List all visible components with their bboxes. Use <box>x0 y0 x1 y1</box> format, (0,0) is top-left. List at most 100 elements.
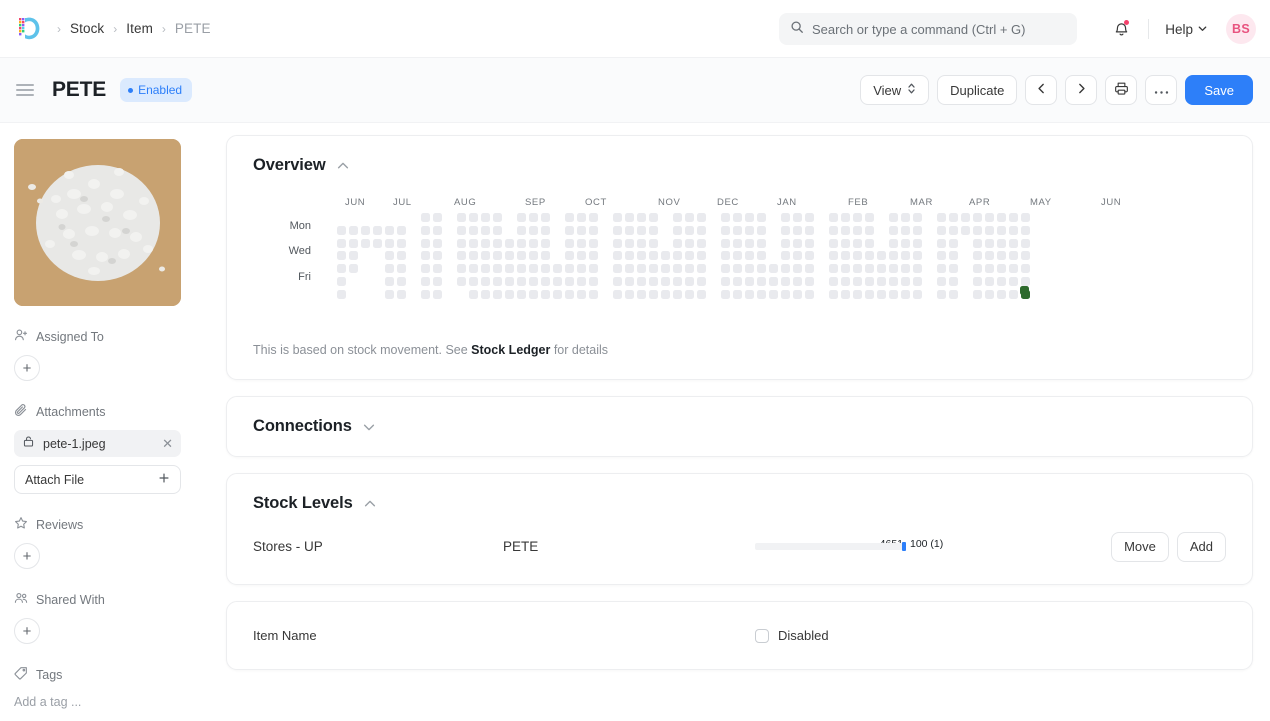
heatmap-cell[interactable] <box>673 213 682 222</box>
heatmap-cell[interactable] <box>937 251 946 260</box>
heatmap-cell[interactable] <box>349 251 358 260</box>
heatmap-cell[interactable] <box>913 251 922 260</box>
attachment-item[interactable]: pete-1.jpeg ✕ <box>14 430 181 457</box>
heatmap-cell[interactable] <box>1021 277 1030 286</box>
heatmap-cell[interactable] <box>985 251 994 260</box>
heatmap-cell[interactable] <box>469 213 478 222</box>
heatmap-cell[interactable] <box>373 239 382 248</box>
heatmap-cell[interactable] <box>937 226 946 235</box>
heatmap-cell[interactable] <box>625 251 634 260</box>
heatmap-cell[interactable] <box>901 239 910 248</box>
heatmap-cell[interactable] <box>1021 251 1030 260</box>
heatmap-cell[interactable] <box>613 213 622 222</box>
heatmap-cell[interactable] <box>433 277 442 286</box>
heatmap-cell[interactable] <box>637 264 646 273</box>
heatmap-cell[interactable] <box>661 277 670 286</box>
heatmap-cell[interactable] <box>421 290 430 299</box>
heatmap-cell[interactable] <box>469 251 478 260</box>
heatmap-cell[interactable] <box>493 213 502 222</box>
heatmap-cell[interactable] <box>889 239 898 248</box>
heatmap-cell[interactable] <box>733 251 742 260</box>
heatmap-cell[interactable] <box>781 277 790 286</box>
view-button[interactable]: View <box>860 75 929 105</box>
heatmap-cell[interactable] <box>421 264 430 273</box>
heatmap-cell[interactable] <box>985 290 994 299</box>
heatmap-cell[interactable] <box>529 226 538 235</box>
heatmap-cell[interactable] <box>541 213 550 222</box>
heatmap-cell[interactable] <box>649 290 658 299</box>
heatmap-cell[interactable] <box>913 264 922 273</box>
heatmap-cell[interactable] <box>1009 264 1018 273</box>
heatmap-cell[interactable] <box>697 290 706 299</box>
move-button[interactable]: Move <box>1111 532 1169 562</box>
heatmap-cell[interactable] <box>973 277 982 286</box>
heatmap-cell[interactable] <box>793 239 802 248</box>
heatmap-cell[interactable] <box>685 239 694 248</box>
heatmap-cell[interactable] <box>865 290 874 299</box>
heatmap-cell[interactable] <box>721 213 730 222</box>
heatmap-cell[interactable] <box>877 251 886 260</box>
heatmap-cell[interactable] <box>865 277 874 286</box>
heatmap-cell[interactable] <box>457 213 466 222</box>
chevron-up-icon[interactable] <box>363 497 377 511</box>
heatmap-cell[interactable] <box>901 290 910 299</box>
connections-header[interactable]: Connections <box>227 397 1252 456</box>
heatmap-cell[interactable] <box>697 239 706 248</box>
heatmap-cell[interactable] <box>853 251 862 260</box>
heatmap-cell[interactable] <box>625 239 634 248</box>
heatmap-cell[interactable] <box>649 277 658 286</box>
heatmap-cell[interactable] <box>769 290 778 299</box>
heatmap-cell[interactable] <box>577 277 586 286</box>
heatmap-cell[interactable] <box>349 226 358 235</box>
heatmap-cell[interactable] <box>493 264 502 273</box>
heatmap-cell-active[interactable] <box>1020 286 1029 295</box>
heatmap-cell[interactable] <box>985 226 994 235</box>
heatmap-cell[interactable] <box>373 226 382 235</box>
heatmap-cell[interactable] <box>973 239 982 248</box>
heatmap-cell[interactable] <box>529 213 538 222</box>
heatmap-cell[interactable] <box>697 251 706 260</box>
heatmap-cell[interactable] <box>553 264 562 273</box>
heatmap-cell[interactable] <box>793 226 802 235</box>
heatmap-cell[interactable] <box>913 277 922 286</box>
add-tag-input[interactable]: Add a tag ... <box>14 695 196 709</box>
heatmap-cell[interactable] <box>853 226 862 235</box>
heatmap-cell[interactable] <box>361 226 370 235</box>
heatmap-cell[interactable] <box>577 226 586 235</box>
heatmap-cell[interactable] <box>997 277 1006 286</box>
heatmap-cell[interactable] <box>697 226 706 235</box>
heatmap-cell[interactable] <box>973 226 982 235</box>
heatmap-cell[interactable] <box>625 213 634 222</box>
heatmap-cell[interactable] <box>973 213 982 222</box>
heatmap-cell[interactable] <box>397 290 406 299</box>
heatmap-cell[interactable] <box>577 290 586 299</box>
heatmap-cell[interactable] <box>889 251 898 260</box>
stock-ledger-link[interactable]: Stock Ledger <box>471 343 550 357</box>
heatmap-cell[interactable] <box>469 290 478 299</box>
heatmap-cell[interactable] <box>481 290 490 299</box>
heatmap-cell[interactable] <box>745 213 754 222</box>
heatmap-cell[interactable] <box>673 290 682 299</box>
heatmap-cell[interactable] <box>565 239 574 248</box>
heatmap-cell[interactable] <box>529 290 538 299</box>
heatmap-cell[interactable] <box>829 277 838 286</box>
heatmap-cell[interactable] <box>745 239 754 248</box>
add-assignee-button[interactable]: + <box>14 355 40 381</box>
item-thumbnail[interactable] <box>14 139 181 306</box>
heatmap-cell[interactable] <box>697 213 706 222</box>
heatmap-cell[interactable] <box>1021 264 1030 273</box>
heatmap-cell[interactable] <box>457 239 466 248</box>
heatmap-cell[interactable] <box>493 251 502 260</box>
heatmap-cell[interactable] <box>733 239 742 248</box>
heatmap-cell[interactable] <box>829 226 838 235</box>
heatmap-cell[interactable] <box>949 239 958 248</box>
heatmap-cell[interactable] <box>529 264 538 273</box>
heatmap-cell[interactable] <box>661 290 670 299</box>
heatmap-cell[interactable] <box>577 213 586 222</box>
heatmap-cell[interactable] <box>841 213 850 222</box>
heatmap-cell[interactable] <box>481 264 490 273</box>
heatmap-cell[interactable] <box>397 239 406 248</box>
heatmap-cell[interactable] <box>997 290 1006 299</box>
heatmap-cell[interactable] <box>457 277 466 286</box>
heatmap-cell[interactable] <box>385 290 394 299</box>
